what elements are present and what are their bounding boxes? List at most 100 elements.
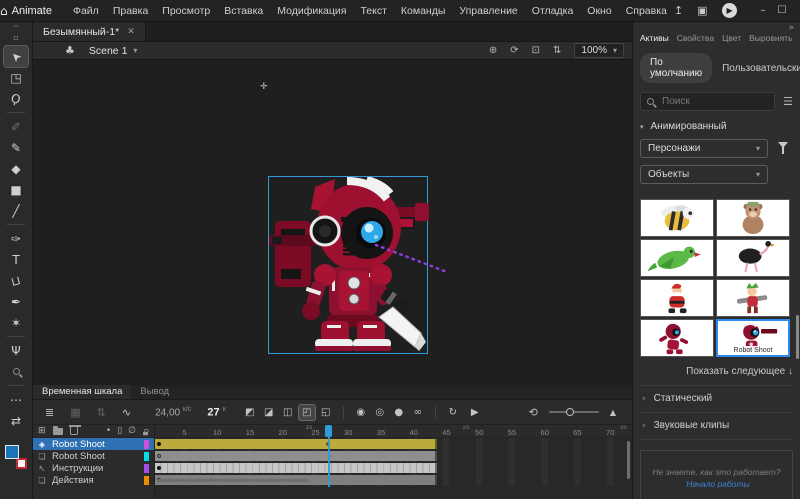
spread-frames-icon[interactable]: ⇅ bbox=[93, 406, 110, 419]
timeline-zoom-reset-icon[interactable]: ⟲ bbox=[525, 406, 542, 419]
zoom-stepper-icon[interactable]: ⇅ bbox=[553, 45, 561, 56]
new-folder-icon[interactable] bbox=[53, 428, 63, 435]
timeline-zoom-slider[interactable] bbox=[549, 411, 599, 413]
layer-row-0[interactable]: ◈Robot Shoot bbox=[33, 438, 154, 450]
menu-просмотр[interactable]: Просмотр bbox=[155, 0, 217, 22]
delete-frame-button[interactable]: ◱ bbox=[318, 405, 334, 420]
line-tool[interactable]: ╱ bbox=[4, 200, 28, 221]
layer-name[interactable]: Robot Shoot bbox=[52, 439, 140, 450]
new-layer-icon[interactable]: ⊞ bbox=[38, 426, 46, 436]
frame-rate[interactable]: 24,00 к/с bbox=[155, 406, 191, 418]
panel-tab-выровнять[interactable]: Выровнять bbox=[749, 33, 792, 43]
show-next-link[interactable]: Показать следующее ↓ bbox=[640, 366, 793, 377]
section-static[interactable]: › Статический bbox=[640, 386, 793, 404]
zoom-control[interactable]: 100% ▾ bbox=[574, 43, 624, 58]
stroke-color-swatch[interactable] bbox=[16, 458, 27, 469]
objects-dropdown[interactable]: Объекты ▾ bbox=[640, 165, 768, 184]
close-tab-icon[interactable]: ✕ bbox=[127, 27, 135, 37]
timeline-tab-output[interactable]: Вывод bbox=[131, 385, 178, 399]
layer-color-swatch[interactable] bbox=[144, 464, 149, 473]
hide-all-icon[interactable]: ∅ bbox=[128, 426, 136, 436]
onion-skin-button[interactable]: ◉ bbox=[353, 405, 369, 420]
filter-icon[interactable] bbox=[778, 142, 788, 148]
thumbnail-robot-dance-character[interactable] bbox=[640, 319, 714, 357]
thumbnail-ostrich-character[interactable] bbox=[716, 239, 790, 277]
stage-canvas[interactable]: ✛ bbox=[33, 60, 632, 386]
lock-all-icon[interactable] bbox=[143, 431, 148, 435]
delete-layer-icon[interactable] bbox=[70, 427, 78, 435]
thumbnail-bear-character[interactable] bbox=[716, 199, 790, 237]
tab-default-assets[interactable]: По умолчанию bbox=[640, 53, 712, 83]
panel-tab-свойства[interactable]: Свойства bbox=[677, 33, 714, 43]
playhead-handle[interactable] bbox=[325, 425, 332, 437]
menu-отладка[interactable]: Отладка bbox=[525, 0, 581, 22]
eraser-tool[interactable]: ◆ bbox=[4, 158, 28, 179]
edit-multiple-frames-button[interactable]: ◰ bbox=[299, 405, 315, 420]
insert-blank-keyframe-button[interactable]: ◪ bbox=[261, 405, 277, 420]
menu-правка[interactable]: Правка bbox=[106, 0, 155, 22]
layer-name[interactable]: Инструкции bbox=[52, 463, 140, 474]
center-stage-icon[interactable]: ⊕ bbox=[489, 45, 497, 56]
document-tab[interactable]: Безымянный-1* ✕ bbox=[33, 22, 146, 41]
layer-name[interactable]: Robot Shoot bbox=[52, 451, 140, 462]
scene-chevron-icon[interactable]: ▾ bbox=[133, 46, 137, 55]
graph-editor-icon[interactable]: ∿ bbox=[118, 406, 135, 419]
frame-row-1[interactable] bbox=[155, 450, 632, 462]
asset-warp-tool[interactable]: ✶ bbox=[4, 312, 28, 333]
insert-frame-button[interactable]: ◫ bbox=[280, 405, 296, 420]
grid-scrollbar[interactable] bbox=[796, 315, 799, 359]
selection-tool[interactable]: ➤ bbox=[4, 46, 28, 67]
menu-файл[interactable]: Файл bbox=[66, 0, 106, 22]
layer-color-swatch[interactable] bbox=[144, 452, 149, 461]
menu-команды[interactable]: Команды bbox=[394, 0, 453, 22]
layer-row-2[interactable]: ↖Инструкции bbox=[33, 462, 154, 474]
minimize-button[interactable]: – bbox=[761, 5, 766, 16]
keyframe-mode-icon[interactable]: ▦ bbox=[66, 406, 84, 419]
layer-color-swatch[interactable] bbox=[144, 476, 149, 485]
layer-row-3[interactable]: ❏Действия bbox=[33, 474, 154, 486]
highlight-all-icon[interactable]: • bbox=[106, 426, 111, 436]
scene-name[interactable]: Scene 1 bbox=[89, 45, 128, 57]
rotate-view-icon[interactable]: ⟳ bbox=[510, 45, 518, 56]
thumbnail-bee-character[interactable] bbox=[640, 199, 714, 237]
frame-ruler[interactable]: 5101520253035404550556065701s2s3s bbox=[155, 425, 632, 438]
onion-anchor-button[interactable]: ● bbox=[391, 405, 407, 420]
outline-all-icon[interactable]: ▯ bbox=[117, 426, 122, 436]
menu-текст[interactable]: Текст bbox=[353, 0, 393, 22]
insert-keyframe-button[interactable]: ◩ bbox=[242, 405, 258, 420]
menu-окно[interactable]: Окно bbox=[580, 0, 618, 22]
maximize-button[interactable]: ☐ bbox=[778, 5, 787, 16]
zoom-tool[interactable] bbox=[4, 361, 28, 382]
layer-color-swatch[interactable] bbox=[144, 440, 149, 449]
share-icon[interactable]: ↥ bbox=[674, 4, 683, 17]
text-tool[interactable]: T bbox=[4, 249, 28, 270]
pen-tool[interactable]: ✒ bbox=[4, 291, 28, 312]
clip-content-icon[interactable]: ⊡ bbox=[532, 45, 540, 56]
classic-brush-tool[interactable]: ✎ bbox=[4, 137, 28, 158]
asset-drop-area[interactable]: Не знаете, как это работает? Начало рабо… bbox=[640, 450, 793, 499]
timeline-tab-timeline[interactable]: Временная шкала bbox=[33, 385, 131, 399]
panel-tab-цвет[interactable]: Цвет bbox=[722, 33, 741, 43]
layer-row-1[interactable]: ❏Robot Shoot bbox=[33, 450, 154, 462]
layer-stack-icon[interactable]: ≣ bbox=[41, 406, 58, 419]
loop-button[interactable]: ↻ bbox=[445, 405, 461, 420]
thumbnail-robot-shoot-character[interactable]: Robot Shoot bbox=[716, 319, 790, 357]
tab-custom-assets[interactable]: Пользовательский bbox=[722, 63, 800, 74]
free-transform-tool[interactable]: ◳ bbox=[4, 67, 28, 88]
frame-row-0[interactable] bbox=[155, 438, 632, 450]
view-options-icon[interactable]: ☰ bbox=[783, 95, 793, 108]
play-button[interactable]: ▶ bbox=[467, 405, 483, 420]
more-tools[interactable]: ⋯ bbox=[4, 389, 28, 410]
thumbnail-santa-character[interactable] bbox=[640, 279, 714, 317]
search-input[interactable] bbox=[660, 95, 768, 108]
fill-color-swatch[interactable] bbox=[5, 445, 19, 459]
timeline-zoom-max-icon[interactable]: ▲ bbox=[606, 408, 620, 417]
search-box[interactable] bbox=[640, 92, 775, 111]
frame-span[interactable] bbox=[155, 451, 437, 461]
layer-name[interactable]: Действия bbox=[52, 475, 140, 486]
characters-dropdown[interactable]: Персонажи ▾ bbox=[640, 139, 768, 158]
frame-span[interactable] bbox=[155, 463, 437, 473]
getting-started-link[interactable]: Начало работы bbox=[686, 479, 750, 489]
frame-span[interactable] bbox=[155, 439, 437, 449]
fluid-brush-tool[interactable]: ✐ bbox=[4, 116, 28, 137]
